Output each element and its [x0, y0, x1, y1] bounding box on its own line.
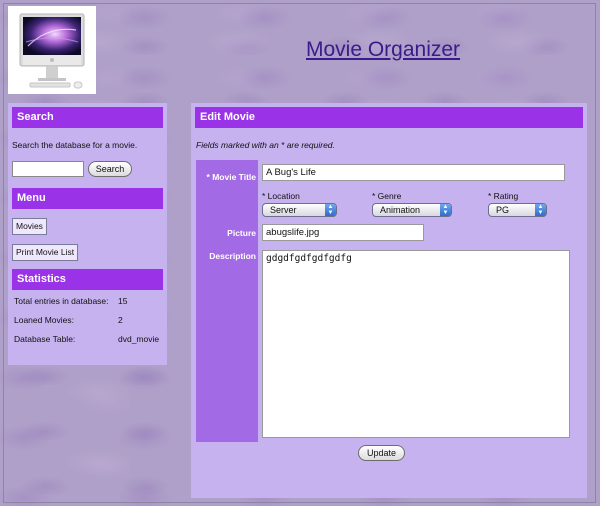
search-input[interactable] — [12, 161, 84, 177]
rating-select[interactable]: PG ▲ ▼ — [488, 203, 547, 217]
stat-value-total: 15 — [118, 296, 128, 306]
edit-movie-panel: Edit Movie Fields marked with an * are r… — [191, 103, 587, 498]
menu-heading: Menu — [12, 188, 163, 209]
picture-field[interactable]: abugslife.jpg — [262, 224, 424, 241]
description-label: Description — [209, 251, 256, 261]
location-select[interactable]: Server ▲ ▼ — [262, 203, 337, 217]
genre-label: * Genre — [372, 191, 402, 201]
up-down-arrows-icon: ▲ ▼ — [535, 204, 546, 216]
edit-movie-heading: Edit Movie — [195, 107, 583, 128]
menu-item-print-movie-list[interactable]: Print Movie List — [12, 244, 79, 261]
genre-select[interactable]: Animation ▲ ▼ — [372, 203, 452, 217]
up-down-arrows-icon: ▲ ▼ — [440, 204, 451, 216]
search-description: Search the database for a movie. — [12, 140, 138, 150]
menu-item-movies[interactable]: Movies — [12, 218, 47, 235]
rating-value: PG — [496, 205, 510, 215]
search-heading: Search — [12, 107, 163, 128]
description-textarea[interactable]: gdgdfgdfgdfgdfg — [262, 250, 570, 438]
label-column: * Movie Title Picture Description — [196, 160, 258, 442]
stat-label-total: Total entries in database: — [14, 296, 109, 306]
stat-label-table: Database Table: — [14, 334, 76, 344]
update-button[interactable]: Update — [358, 445, 405, 461]
picture-label: Picture — [227, 228, 256, 238]
location-label: * Location — [262, 191, 300, 201]
stat-label-loaned: Loaned Movies: — [14, 315, 75, 325]
statistics-heading: Statistics — [12, 269, 163, 290]
genre-value: Animation — [380, 205, 421, 215]
location-value: Server — [270, 205, 297, 215]
up-down-arrows-icon: ▲ ▼ — [325, 204, 336, 216]
stat-value-table: dvd_movie — [118, 334, 160, 344]
search-button[interactable]: Search — [88, 161, 132, 177]
site-title-link[interactable]: Movie Organizer — [306, 38, 460, 62]
movie-title-label: * Movie Title — [206, 172, 256, 182]
stat-value-loaned: 2 — [118, 315, 123, 325]
sidebar: Search Search the database for a movie. … — [8, 103, 167, 365]
imac-logo-image — [19, 13, 85, 89]
rating-label: * Rating — [488, 191, 519, 201]
movie-title-field[interactable]: A Bug's Life — [262, 164, 565, 181]
imac-logo — [8, 6, 96, 94]
required-note: Fields marked with an * are required. — [196, 140, 335, 150]
